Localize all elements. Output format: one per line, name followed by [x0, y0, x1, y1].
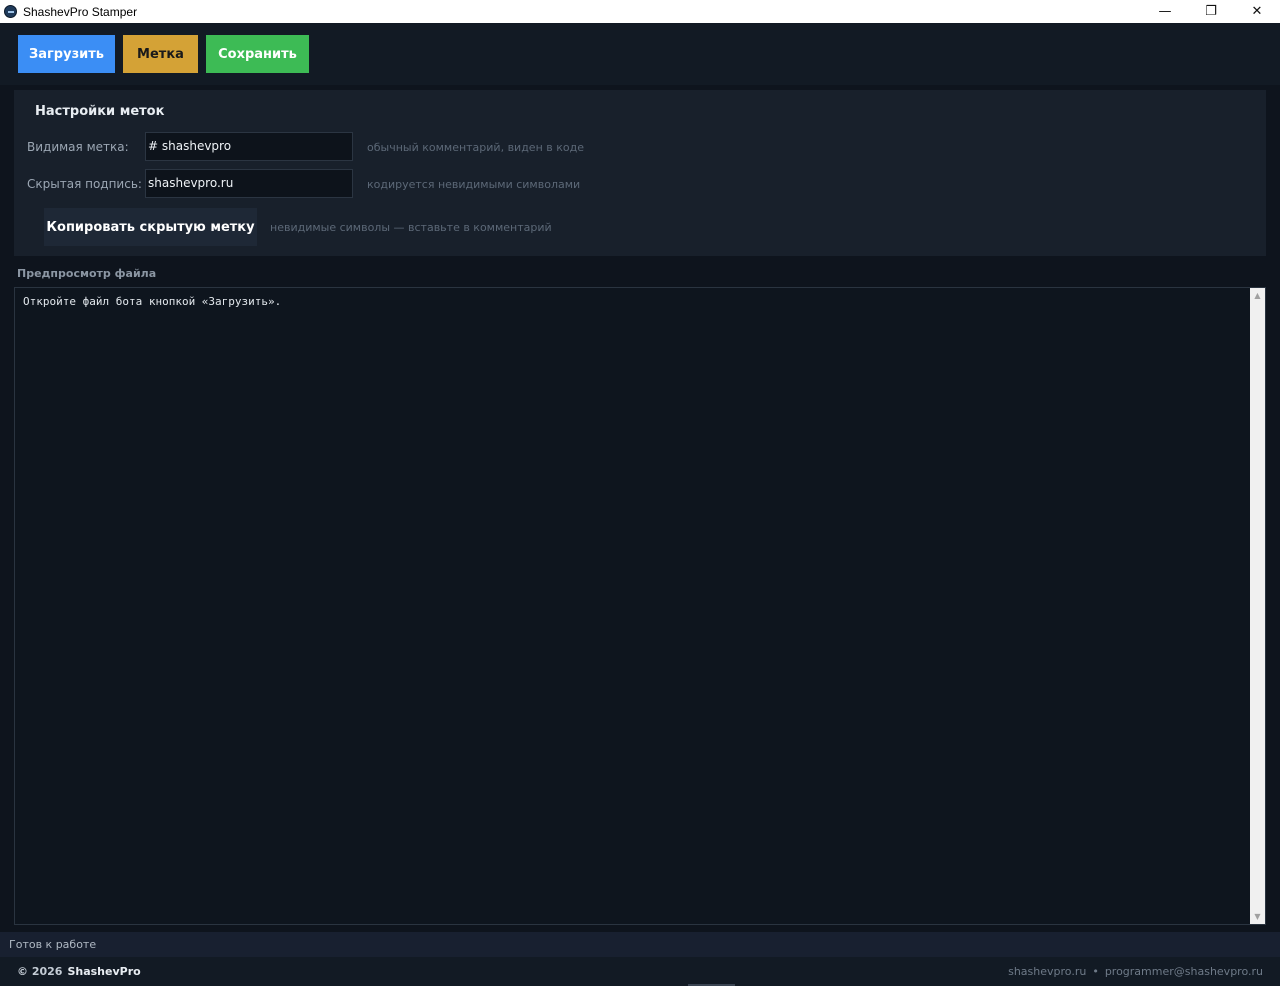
toolbar: Загрузить Метка Сохранить: [0, 23, 1280, 85]
window-controls: — ❐ ✕: [1142, 0, 1280, 23]
status-bar: Готов к работе: [0, 932, 1280, 957]
settings-panel: Настройки меток Видимая метка: # shashev…: [14, 90, 1266, 256]
app-icon: [4, 5, 17, 18]
window-title: ShashevPro Stamper: [23, 4, 138, 19]
minimize-icon[interactable]: —: [1142, 0, 1188, 23]
copyright-year: © 2026: [17, 965, 63, 978]
preview-content: Откройте файл бота кнопкой «Загрузить».: [23, 295, 282, 308]
load-button[interactable]: Загрузить: [18, 35, 115, 73]
scroll-down-icon[interactable]: ▼: [1250, 909, 1265, 924]
footer-copyright: © 2026 ShashevPro: [17, 965, 141, 978]
scroll-up-icon[interactable]: ▲: [1250, 288, 1265, 303]
visible-mark-input[interactable]: # shashevpro: [145, 132, 353, 161]
close-icon[interactable]: ✕: [1234, 0, 1280, 23]
hidden-signature-input[interactable]: shashevpro.ru: [145, 169, 353, 198]
footer-links: shashevpro.ru • programmer@shashevpro.ru: [1008, 965, 1263, 978]
footer-site-link[interactable]: shashevpro.ru: [1008, 965, 1086, 978]
file-preview[interactable]: Откройте файл бота кнопкой «Загрузить». …: [14, 287, 1266, 925]
settings-title: Настройки меток: [35, 104, 165, 119]
preview-label: Предпросмотр файла: [17, 267, 157, 280]
visible-mark-label: Видимая метка:: [27, 140, 129, 154]
copy-hint: невидимые символы — вставьте в комментар…: [270, 221, 552, 234]
hidden-signature-label: Скрытая подпись:: [27, 177, 142, 191]
copy-hidden-mark-button[interactable]: Копировать скрытую метку: [44, 208, 257, 246]
footer-separator: •: [1092, 965, 1099, 978]
footer-brand: ShashevPro: [67, 965, 141, 978]
hidden-signature-hint: кодируется невидимыми символами: [367, 178, 581, 191]
status-text: Готов к работе: [9, 938, 97, 951]
footer-email-link[interactable]: programmer@shashevpro.ru: [1105, 965, 1263, 978]
mark-button[interactable]: Метка: [123, 35, 198, 73]
preview-scrollbar[interactable]: ▲ ▼: [1250, 288, 1265, 924]
title-bar: ShashevPro Stamper — ❐ ✕: [0, 0, 1280, 23]
restore-icon[interactable]: ❐: [1188, 0, 1234, 23]
visible-mark-hint: обычный комментарий, виден в коде: [367, 141, 584, 154]
footer: © 2026 ShashevPro shashevpro.ru • program…: [0, 957, 1280, 986]
save-button[interactable]: Сохранить: [206, 35, 309, 73]
